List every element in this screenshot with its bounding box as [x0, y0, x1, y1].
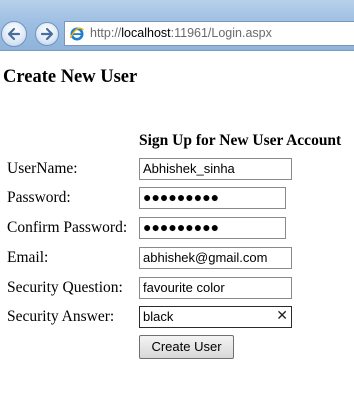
forward-arrow-icon	[40, 27, 54, 41]
email-field[interactable]: abhishek@gmail.com	[139, 247, 292, 269]
confirm-password-field[interactable]: ●●●●●●●●●	[139, 217, 286, 239]
password-label: Password:	[7, 189, 71, 206]
confirm-password-label: Confirm Password:	[7, 219, 128, 236]
username-field[interactable]: Abhishek_sinha	[139, 158, 292, 180]
url-host: localhost	[121, 26, 171, 40]
page-title: Create New User	[3, 67, 138, 87]
create-user-button[interactable]: Create User	[139, 335, 234, 359]
toolbar-divider	[0, 50, 354, 51]
ie-logo-icon	[69, 27, 84, 41]
password-field[interactable]: ●●●●●●●●●	[139, 187, 286, 209]
security-answer-value: black	[143, 309, 174, 324]
url-prefix: http://	[90, 26, 122, 40]
address-bar[interactable]: http://localhost:11961/Login.aspx	[64, 21, 354, 46]
address-url: http://localhost:11961/Login.aspx	[90, 26, 272, 40]
back-arrow-icon	[7, 27, 21, 41]
security-question-label: Security Question:	[7, 279, 123, 296]
security-answer-label: Security Answer:	[7, 308, 115, 325]
email-label: Email:	[7, 249, 49, 266]
clear-icon[interactable]: ✕	[276, 308, 288, 324]
form-title: Sign Up for New User Account	[139, 132, 342, 149]
username-label: UserName:	[7, 160, 78, 177]
back-button[interactable]	[1, 21, 27, 47]
security-answer-field[interactable]: black ✕	[139, 306, 292, 328]
url-rest: :11961/Login.aspx	[170, 26, 272, 40]
security-question-field[interactable]: favourite color	[139, 277, 292, 299]
forward-button[interactable]	[35, 22, 59, 46]
